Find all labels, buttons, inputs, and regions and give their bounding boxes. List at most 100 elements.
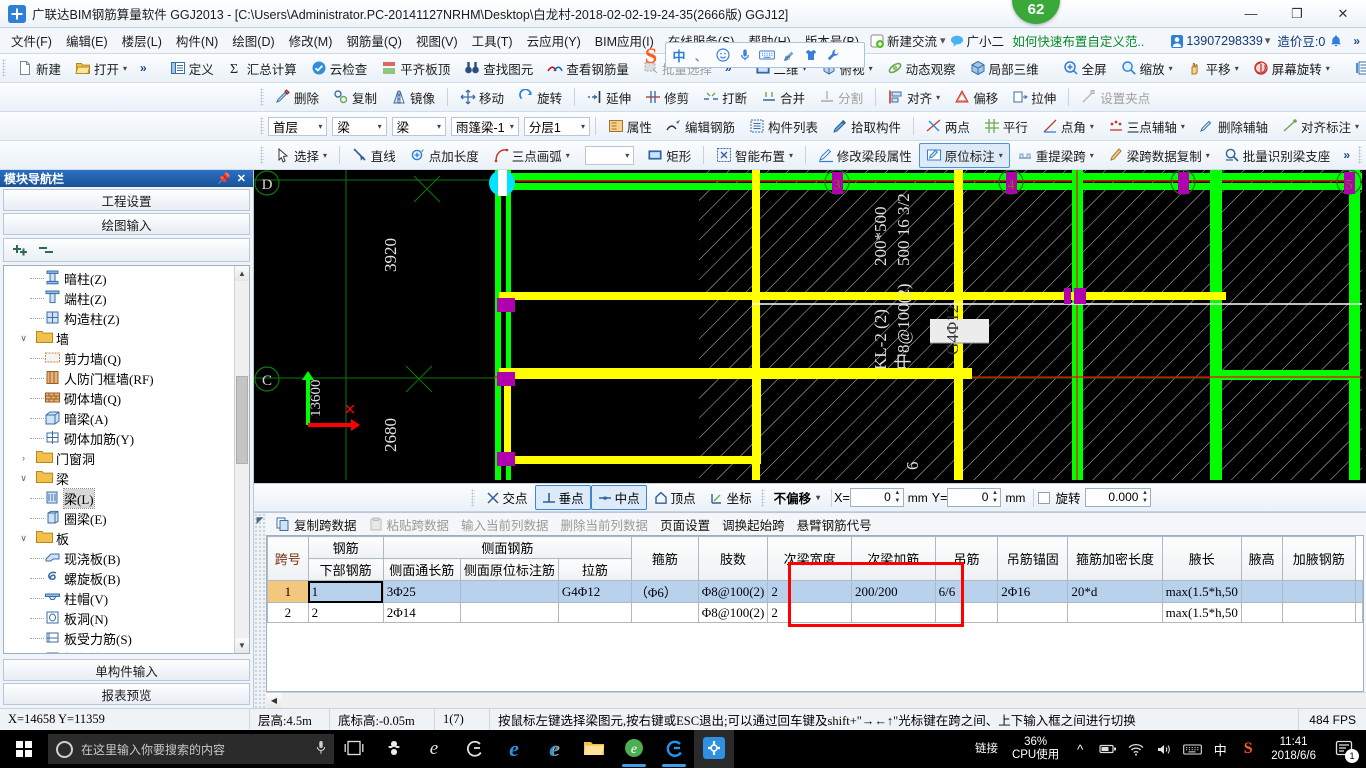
align-dimension-button[interactable]: 对齐标注 ▾ [1275,114,1366,139]
break-button[interactable]: 打断 [696,85,754,110]
ime-lang-icon[interactable]: 中 [670,46,688,64]
component-name-select[interactable]: 雨篷梁-1 ▾ [450,116,519,136]
local-3d-button[interactable]: 局部三维 [963,56,1046,81]
table-cell[interactable] [630,602,699,623]
taskbar-app-ie-blue[interactable]: e [494,730,534,768]
taskbar-app-360-blue[interactable] [654,730,694,768]
find-element-button[interactable]: 查找图元 [457,56,540,81]
two-point-axis-button[interactable]: 两点 [919,114,977,139]
tray-expand-icon[interactable]: ^ [1067,730,1093,768]
column-header[interactable]: 加腋钢筋 [1281,536,1356,581]
table-cell[interactable]: G4Φ12 [557,580,632,603]
column-group-header[interactable]: 钢筋 [307,536,384,559]
table-cell[interactable]: max(1.5*h,50 [1161,602,1242,623]
summary-calc-button[interactable]: Σ 汇总计算 [221,56,304,81]
report-preview-button[interactable]: 报表预览 [3,683,250,705]
component-list-button[interactable]: 构件列表 [742,114,825,139]
properties-button[interactable]: 属性 [601,114,659,139]
tree-item-10[interactable]: ∨ 梁 [4,468,234,488]
chevron-down-icon[interactable]: ▾ [1354,122,1359,131]
swap-start-span-btn[interactable]: 调换起始跨 [716,514,791,535]
select-floor-button[interactable]: 选择楼层 [1347,56,1366,81]
table-cell[interactable] [1240,580,1283,603]
tree-item-1[interactable]: 端柱(Z) [4,288,234,308]
menu-tools[interactable]: 工具(T) [465,28,520,53]
table-cell[interactable]: 2 [767,580,852,603]
taskbar-app-ie-classic[interactable]: e [534,730,574,768]
table-cell[interactable]: Φ8@100(2) [697,580,769,603]
toolbar3-grip[interactable] [260,117,264,135]
new-button[interactable]: 新建 [10,56,68,81]
ime-handwrite-icon[interactable]: 印 [780,46,798,64]
copy-span-data-btn[interactable]: 复制跨数据 [270,514,363,535]
scroll-up-arrow-icon[interactable]: ▲ [235,266,249,281]
table-row[interactable]: 1 1 3Φ25 G4Φ12 （Φ6） Φ8@100(2) 2 200/200 6/6 2Φ16 2… [267,580,1363,603]
tree-item-15[interactable]: 螺旋板(B) [4,568,234,588]
rect-tool-button[interactable]: 矩形 [640,143,698,168]
tray-link-label[interactable]: 链接 [969,743,1004,756]
point-length-button[interactable]: 点加长度 [403,143,486,168]
rotate-button[interactable]: 旋转 [511,85,569,110]
chevron-down-icon[interactable]: ▾ [1325,64,1330,73]
extend-button[interactable]: 延伸 [580,85,638,110]
menu-modify[interactable]: 修改(M) [282,28,340,53]
parallel-axis-button[interactable]: 平行 [977,114,1035,139]
three-point-arc-button[interactable]: 三点画弧 ▾ [486,143,577,168]
table-cell[interactable] [850,602,936,623]
column-header[interactable]: 侧面原位标注筋 [459,558,559,581]
open-button[interactable]: 打开 ▾ [68,56,134,81]
chevron-down-icon[interactable]: ∨ [17,473,30,484]
tree-item-2[interactable]: 构造柱(Z) [4,308,234,328]
tree-item-7[interactable]: 暗梁(A) [4,408,234,428]
pan-button[interactable]: 平移 ▾ [1180,56,1246,81]
table-row[interactable]: 2 2 2Φ14 Φ8@100(2) 2 max(1.5*h,50 [267,602,1363,623]
tree-item-12[interactable]: 圈梁(E) [4,508,234,528]
tree-item-17[interactable]: 板洞(N) [4,608,234,628]
tree-item-14[interactable]: 现浇板(B) [4,548,234,568]
table-cell[interactable] [1240,602,1283,623]
chevron-down-icon[interactable]: ▾ [1180,122,1185,131]
table-cell[interactable]: 1 [307,580,384,603]
tree-item-16[interactable]: 柱帽(V) [4,588,234,608]
column-header[interactable]: 箍筋 [630,536,699,581]
account-chevron-down-icon[interactable]: ▾ [1265,34,1271,47]
draw-mode-select[interactable]: ▾ [584,145,635,165]
trim-button[interactable]: 修剪 [638,85,696,110]
offset-button[interactable]: 偏移 [947,85,1005,110]
menu-file[interactable]: 文件(F) [4,28,59,53]
tree-item-3[interactable]: ∨ 墙 [4,328,234,348]
spinner-icon[interactable]: ▲ ▼ [893,490,902,505]
table-cell[interactable] [1067,602,1163,623]
tree-item-8[interactable]: 砌体加筋(Y) [4,428,234,448]
edit-rebar-button[interactable]: 编辑钢筋 [659,114,742,139]
close-icon[interactable]: ✕ [234,172,249,185]
chevron-down-icon[interactable]: ▾ [377,122,382,131]
promo-link[interactable]: 如何快速布置自定义范.. [1012,31,1144,50]
snapbar-grip[interactable] [470,488,475,507]
cpu-usage-widget[interactable]: 36% CPU使用 [1006,736,1065,762]
table-cell[interactable]: 20*d [1067,580,1163,603]
menu-rebar-qty[interactable]: 钢筋量(Q) [339,28,409,53]
rotate-input[interactable]: 0.000 ▲ ▼ [1085,488,1152,507]
move-button[interactable]: 移动 [453,85,511,110]
start-button[interactable] [0,730,48,768]
draw-input-button[interactable]: 绘图输入 [3,213,250,235]
tree-item-6[interactable]: 砌体墙(Q) [4,388,234,408]
table-cell[interactable] [459,580,559,603]
bell-icon[interactable] [1329,34,1343,48]
line-tool-button[interactable]: 直线 [345,143,403,168]
fullscreen-button[interactable]: 全屏 [1056,56,1114,81]
edit-beam-segment-button[interactable]: 修改梁段属性 [811,143,919,168]
merge-button[interactable]: 合并 [754,85,812,110]
chevron-down-icon[interactable]: ∨ [17,533,30,544]
batch-beam-support-button[interactable]: 批量识别梁支座 [1217,143,1338,168]
spinner-icon[interactable]: ▲ ▼ [990,490,999,505]
define-button[interactable]: 定义 [163,56,221,81]
delete-axis-button[interactable]: 删除辅轴 [1192,114,1275,139]
taskbar-app-explorer[interactable] [574,730,614,768]
component-tree[interactable]: 暗柱(Z) 端柱(Z) 构造柱(Z) ∨ 墙剪力墙(Q) 人防门框墙(RF) 砌体墙(Q) 暗… [4,266,234,653]
toolbar4-grip[interactable] [260,146,264,164]
set-grip-button[interactable]: 设置夹点 [1074,85,1157,110]
snap-coordinate-button[interactable]: 坐标 [703,485,759,510]
table-cell[interactable]: 2 [767,602,852,623]
